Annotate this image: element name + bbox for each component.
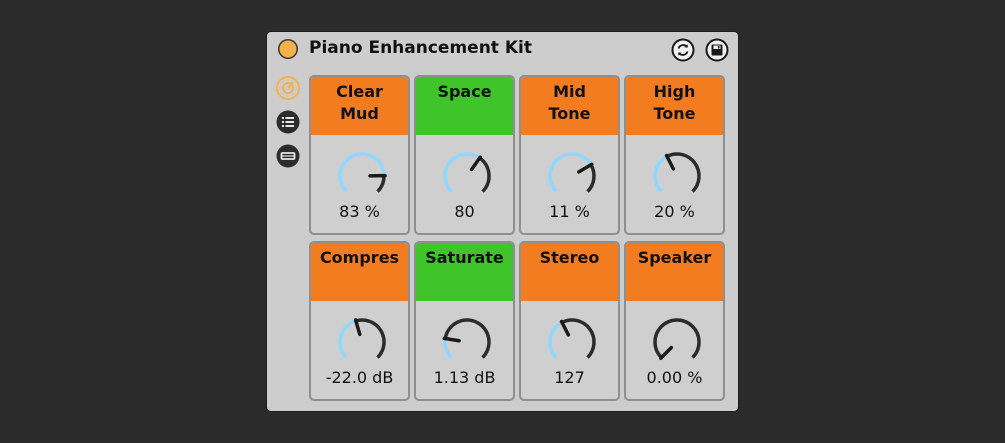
panel-icon[interactable] xyxy=(275,143,301,169)
knob-needle xyxy=(469,155,482,172)
knob-track-arc xyxy=(478,156,491,193)
knob-needle xyxy=(442,336,461,343)
macro-value: 11 % xyxy=(549,202,590,221)
macro-value: 83 % xyxy=(339,202,380,221)
macro-cell: Stereo 127 xyxy=(519,241,620,401)
macro-label-button[interactable]: Stereo xyxy=(521,243,618,301)
macro-label-button[interactable]: Space xyxy=(416,77,513,135)
knob-needle xyxy=(559,319,571,337)
macro-label-button[interactable]: Mid Tone xyxy=(521,77,618,135)
macro-knob[interactable] xyxy=(334,314,390,370)
device-titlebar: Piano Enhancement Kit xyxy=(267,32,738,68)
macro-knob[interactable] xyxy=(649,314,705,370)
knob-track-arc xyxy=(666,152,701,193)
macro-cell: High Tone 20 % xyxy=(624,75,725,235)
macro-knob[interactable] xyxy=(439,148,495,204)
macro-value: 127 xyxy=(554,368,585,387)
macro-knob[interactable] xyxy=(544,148,600,204)
swap-icon[interactable] xyxy=(671,38,695,62)
device-title: Piano Enhancement Kit xyxy=(309,38,532,58)
knob-track-arc xyxy=(376,175,386,193)
macro-value: 1.13 dB xyxy=(433,368,496,387)
knob-track-arc xyxy=(653,318,701,359)
knob-value-arc xyxy=(653,154,668,193)
macro-cell: Space 80 xyxy=(414,75,515,235)
save-icon[interactable] xyxy=(705,38,729,62)
knob-needle xyxy=(658,345,674,361)
macro-name: Mid Tone xyxy=(548,82,591,123)
macro-name: Stereo xyxy=(539,248,600,267)
knob-track-arc xyxy=(355,318,386,359)
macro-label-button[interactable]: Saturate xyxy=(416,243,513,301)
knob-needle xyxy=(577,162,594,174)
knob-needle xyxy=(353,318,362,337)
device-panel: Piano Enhancement Kit Clear Mud 83 % Spa… xyxy=(267,32,738,411)
macro-knob[interactable] xyxy=(649,148,705,204)
macro-value: 0.00 % xyxy=(646,368,703,387)
macro-icon[interactable] xyxy=(275,75,301,101)
macro-name: Space xyxy=(437,82,492,101)
macro-name: High Tone xyxy=(653,82,696,123)
macro-name: Clear Mud xyxy=(336,82,383,123)
list-icon[interactable] xyxy=(275,109,301,135)
macro-name: Saturate xyxy=(425,248,504,267)
macro-label-button[interactable]: Speaker xyxy=(626,243,723,301)
macro-label-button[interactable]: High Tone xyxy=(626,77,723,135)
macro-cell: Clear Mud 83 % xyxy=(309,75,410,235)
knob-value-arc xyxy=(443,152,481,193)
macro-value: 20 % xyxy=(654,202,695,221)
macro-label-button[interactable]: Compres xyxy=(311,243,408,301)
knob-value-arc xyxy=(548,152,593,193)
macro-cell: Saturate 1.13 dB xyxy=(414,241,515,401)
device-power-button[interactable] xyxy=(278,39,298,59)
knob-value-arc xyxy=(338,152,386,193)
macro-knob[interactable] xyxy=(544,314,600,370)
macro-cell: Speaker 0.00 % xyxy=(624,241,725,401)
macro-knob[interactable] xyxy=(439,314,495,370)
knob-value-arc xyxy=(548,320,563,359)
macro-cell: Compres -22.0 dB xyxy=(309,241,410,401)
macro-name: Speaker xyxy=(637,248,712,267)
macro-label-button[interactable]: Clear Mud xyxy=(311,77,408,135)
knob-needle xyxy=(664,153,676,171)
macro-value: -22.0 dB xyxy=(325,368,394,387)
knob-value-arc xyxy=(338,319,357,359)
macro-knob[interactable] xyxy=(334,148,390,204)
knob-track-arc xyxy=(561,318,596,359)
knob-track-arc xyxy=(586,163,596,193)
macro-cell: Mid Tone 11 % xyxy=(519,75,620,235)
macro-value: 80 xyxy=(454,202,475,221)
macro-name: Compres xyxy=(319,248,400,267)
knob-value-arc xyxy=(443,338,453,359)
